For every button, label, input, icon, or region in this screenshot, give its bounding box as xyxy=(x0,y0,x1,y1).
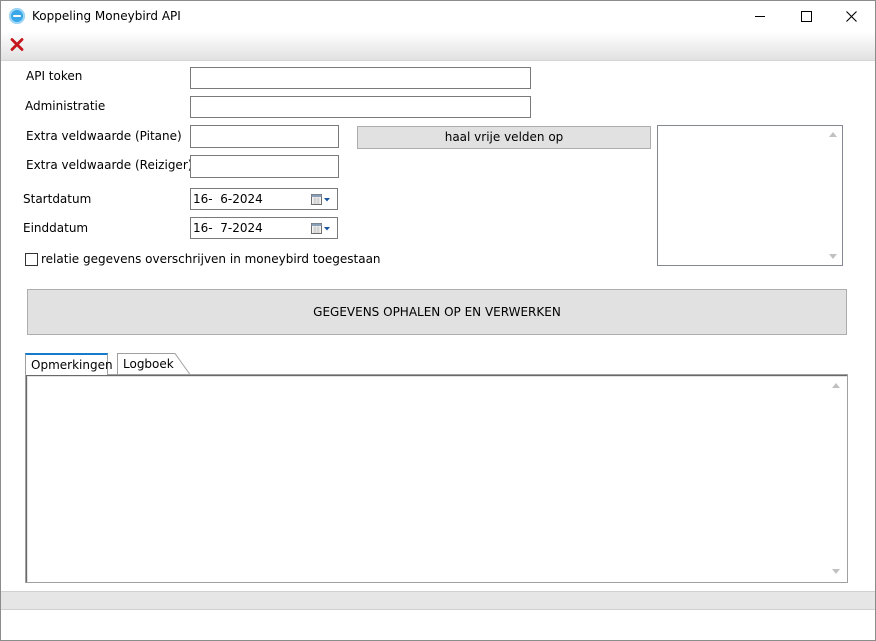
overschrijven-checkbox[interactable] xyxy=(25,253,38,266)
close-window-button[interactable] xyxy=(829,1,875,32)
startdatum-label: Startdatum xyxy=(23,192,92,206)
title-bar: Koppeling Moneybird API xyxy=(1,1,875,32)
opmerkingen-textarea[interactable] xyxy=(25,374,848,583)
scroll-down-arrow-icon[interactable] xyxy=(829,254,837,259)
scroll-up-arrow-icon[interactable] xyxy=(829,132,837,137)
tab-logboek-label: Logboek xyxy=(123,357,174,371)
app-icon xyxy=(9,8,25,24)
list-scrollbar[interactable] xyxy=(825,126,842,265)
einddatum-picker[interactable]: 16- 7-2024 xyxy=(190,217,338,239)
extra-veldwaarde-reiziger-input[interactable] xyxy=(190,155,339,178)
einddatum-label: Einddatum xyxy=(23,221,89,235)
toolbar xyxy=(1,32,875,61)
calendar-dropdown-icon[interactable] xyxy=(310,193,332,206)
close-icon xyxy=(846,11,857,22)
extra-veldwaarde-pitane-input[interactable] xyxy=(190,125,339,148)
extra-veldwaarde-reiziger-label: Extra veldwaarde (Reiziger) xyxy=(26,158,193,172)
scroll-down-arrow-icon[interactable] xyxy=(832,569,840,574)
calendar-dropdown-icon[interactable] xyxy=(310,222,332,235)
gegevens-ophalen-button[interactable]: GEGEVENS OPHALEN OP EN VERWERKEN xyxy=(27,289,847,335)
textarea-scrollbar[interactable] xyxy=(828,377,845,580)
tab-opmerkingen[interactable]: Opmerkingen xyxy=(25,353,113,375)
startdatum-picker[interactable]: 16- 6-2024 xyxy=(190,188,338,210)
tab-opmerkingen-label: Opmerkingen xyxy=(31,358,113,372)
einddatum-value: 16- 7-2024 xyxy=(193,221,263,235)
window-title: Koppeling Moneybird API xyxy=(32,9,181,23)
app-window: Koppeling Moneybird API API token Admini… xyxy=(0,0,876,641)
maximize-button[interactable] xyxy=(783,1,829,32)
vrije-velden-list[interactable] xyxy=(657,125,843,266)
api-token-label: API token xyxy=(26,69,83,83)
minimize-button[interactable] xyxy=(737,1,783,32)
overschrijven-checkbox-label[interactable]: relatie gegevens overschrijven in moneyb… xyxy=(41,252,381,266)
status-bar xyxy=(1,591,875,610)
tab-logboek[interactable]: Logboek xyxy=(117,353,191,375)
administratie-label: Administratie xyxy=(25,99,106,113)
haal-vrije-velden-button[interactable]: haal vrije velden op xyxy=(357,126,651,149)
scroll-up-arrow-icon[interactable] xyxy=(832,383,840,388)
api-token-input[interactable] xyxy=(190,67,531,89)
administratie-input[interactable] xyxy=(190,96,531,118)
red-x-close-icon[interactable] xyxy=(10,38,24,51)
extra-veldwaarde-pitane-label: Extra veldwaarde (Pitane) xyxy=(26,129,182,143)
startdatum-value: 16- 6-2024 xyxy=(193,192,263,206)
